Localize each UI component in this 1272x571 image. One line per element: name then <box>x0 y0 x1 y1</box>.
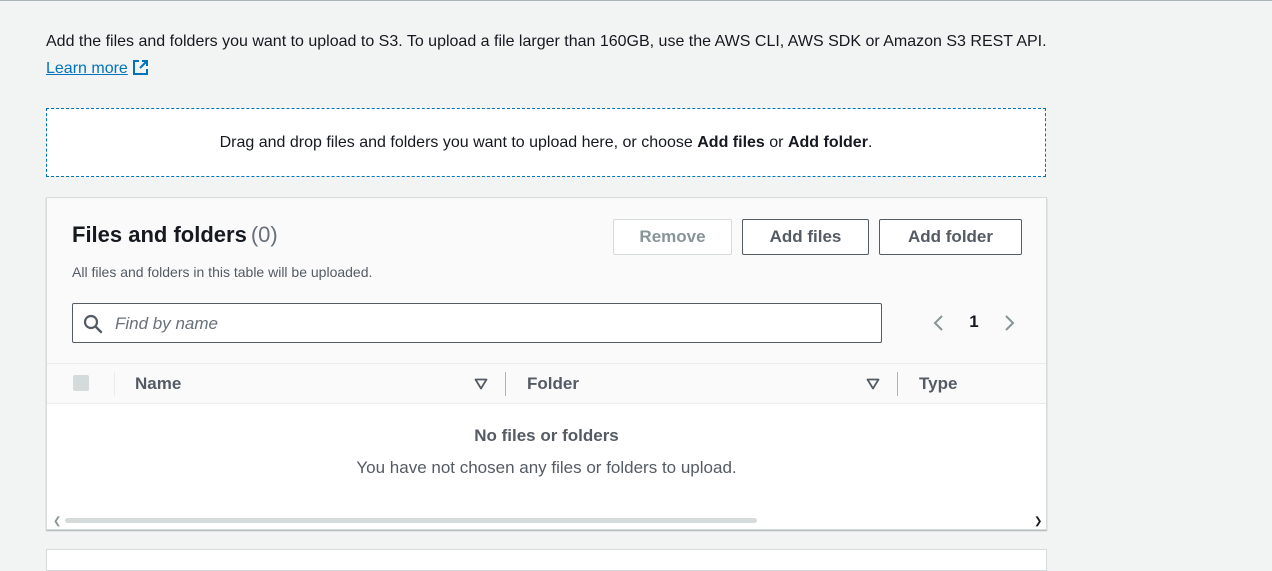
search-icon <box>83 314 103 339</box>
table-header: Name Folder Type <box>47 363 1046 404</box>
panel-header: Files and folders (0) All files and folde… <box>47 198 1046 363</box>
horizontal-scrollbar[interactable] <box>65 518 757 523</box>
files-and-folders-panel: Files and folders (0) All files and folde… <box>46 197 1047 530</box>
top-divider <box>0 0 1272 1</box>
intro-text: Add the files and folders you want to up… <box>46 28 1056 85</box>
remove-button[interactable]: Remove <box>613 219 732 255</box>
pagination: 1 <box>927 310 1027 336</box>
search-input[interactable] <box>113 304 877 344</box>
dropzone-text-before: Drag and drop files and folders you want… <box>219 133 698 151</box>
upload-dropzone[interactable]: Drag and drop files and folders you want… <box>46 108 1046 177</box>
empty-state-description: You have not chosen any files or folders… <box>356 458 737 477</box>
caret-down-icon[interactable] <box>474 377 488 395</box>
panel-title: Files and folders (0) <box>72 222 278 248</box>
dropzone-period: . <box>867 133 873 151</box>
chevron-right-icon[interactable] <box>1002 314 1016 337</box>
current-page[interactable]: 1 <box>967 312 981 332</box>
empty-state-title: No files or folders <box>474 426 619 445</box>
chevron-left-icon[interactable] <box>932 314 946 337</box>
dropzone-add-folder-text: Add folder <box>787 133 868 151</box>
panel-description: All files and folders in this table will… <box>72 264 373 280</box>
dropzone-text: Drag and drop files and folders you want… <box>220 134 873 152</box>
learn-more-link[interactable]: Learn more <box>46 60 149 77</box>
select-all-checkbox[interactable] <box>73 375 89 391</box>
learn-more-label: Learn more <box>46 60 128 77</box>
column-header-name[interactable]: Name <box>135 374 181 394</box>
column-header-folder[interactable]: Folder <box>527 374 579 394</box>
panel-title-text: Files and folders <box>72 222 247 247</box>
dropzone-or-text: or <box>764 133 788 151</box>
column-header-type[interactable]: Type <box>919 374 957 394</box>
add-files-button[interactable]: Add files <box>742 219 869 255</box>
scroll-left-icon[interactable]: ❮ <box>53 516 61 527</box>
search-box <box>72 303 882 344</box>
caret-down-icon[interactable] <box>866 377 880 395</box>
add-folder-button[interactable]: Add folder <box>879 219 1022 255</box>
dropzone-add-files-text: Add files <box>697 133 765 151</box>
intro-description: Add the files and folders you want to up… <box>46 33 1047 50</box>
files-count: (0) <box>250 222 278 247</box>
scroll-right-icon[interactable]: ❯ <box>1034 516 1042 527</box>
column-divider <box>114 372 115 396</box>
column-divider[interactable] <box>505 372 506 396</box>
next-panel <box>46 549 1047 571</box>
external-link-icon <box>132 58 149 85</box>
column-divider[interactable] <box>897 372 898 396</box>
